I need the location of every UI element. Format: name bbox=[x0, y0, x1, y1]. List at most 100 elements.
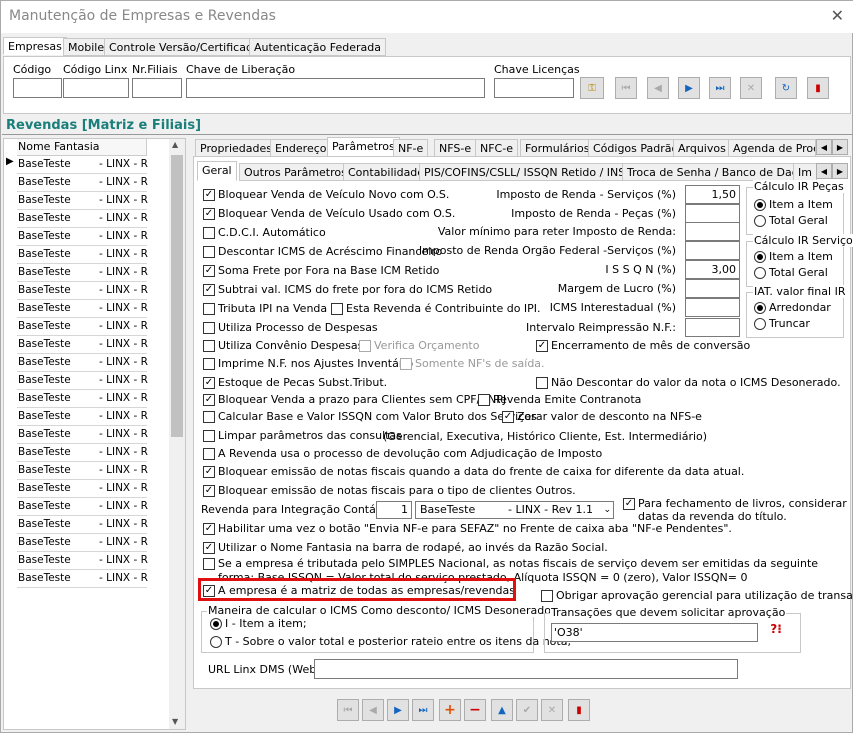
field-input-ir_servicos[interactable]: 1,50 bbox=[685, 185, 740, 204]
tab-nfce[interactable]: NFC-e bbox=[475, 139, 518, 157]
tab-formularios[interactable]: Formulários bbox=[520, 139, 595, 157]
bottom-prev-button[interactable]: ◀ bbox=[362, 699, 384, 721]
tab-endereco[interactable]: Endereço bbox=[270, 139, 332, 157]
list-item[interactable]: BaseTeste - LINX - R bbox=[17, 246, 148, 264]
checkbox[interactable]: ✓ bbox=[203, 284, 215, 296]
key-icon[interactable]: ⚿ bbox=[580, 77, 604, 99]
checkbox[interactable]: ✓ bbox=[203, 523, 215, 535]
list-item[interactable]: BaseTeste - LINX - R bbox=[17, 408, 148, 426]
list-item[interactable]: BaseTeste - LINX - R bbox=[17, 426, 148, 444]
integracao-num-input[interactable]: 1 bbox=[376, 501, 412, 519]
first-record-button[interactable]: ⏮ bbox=[615, 77, 637, 99]
list-item[interactable]: BaseTeste - LINX - R bbox=[17, 156, 148, 174]
subtab-pis-cofins[interactable]: PIS/COFINS/CSLL/ ISSQN Retido / INSS bbox=[419, 163, 638, 181]
checkbox[interactable] bbox=[203, 558, 215, 570]
last-record-button[interactable]: ⏭ bbox=[709, 77, 731, 99]
tab-propriedades[interactable]: Propriedades bbox=[195, 139, 277, 157]
bottom-last-button[interactable]: ⏭ bbox=[412, 699, 434, 721]
tab-codigos-padrao[interactable]: Códigos Padrão bbox=[588, 139, 684, 157]
field-input-valor_minimo[interactable] bbox=[685, 222, 740, 241]
tab-nfse[interactable]: NFS-e bbox=[434, 139, 477, 157]
transacoes-input[interactable]: 'O38' bbox=[551, 623, 758, 642]
list-item[interactable]: BaseTeste - LINX - R bbox=[17, 210, 148, 228]
checkbox[interactable] bbox=[203, 340, 215, 352]
checkbox[interactable]: ✓ bbox=[203, 466, 215, 478]
subtab-im[interactable]: Im bbox=[793, 163, 817, 181]
bottom-cancel-button[interactable]: ✕ bbox=[541, 699, 563, 721]
checkbox[interactable]: ✓ bbox=[502, 411, 514, 423]
checkbox[interactable]: ✓ bbox=[203, 189, 215, 201]
tab-parametros[interactable]: Parâmetros bbox=[327, 137, 400, 157]
url-input[interactable] bbox=[314, 659, 738, 679]
field-input-icms_inter[interactable] bbox=[685, 298, 740, 317]
field-input-issqn[interactable]: 3,00 bbox=[685, 260, 740, 279]
list-item[interactable]: BaseTeste - LINX - R bbox=[17, 516, 148, 534]
checkbox[interactable] bbox=[478, 394, 490, 406]
subtab-geral[interactable]: Geral bbox=[197, 161, 237, 181]
checkbox[interactable]: ✓ bbox=[203, 377, 215, 389]
checkbox[interactable] bbox=[203, 411, 215, 423]
tab-autenticacao-federada[interactable]: Autenticação Federada bbox=[249, 38, 386, 56]
list-item[interactable]: BaseTeste - LINX - R bbox=[17, 282, 148, 300]
checkbox[interactable] bbox=[203, 303, 215, 315]
list-item[interactable]: BaseTeste - LINX - R bbox=[17, 570, 148, 588]
checkbox[interactable] bbox=[331, 303, 343, 315]
list-item[interactable]: BaseTeste - LINX - R bbox=[17, 462, 148, 480]
checkbox[interactable] bbox=[203, 448, 215, 460]
subtab-outros-parametros[interactable]: Outros Parâmetros bbox=[239, 163, 352, 181]
list-item[interactable]: BaseTeste - LINX - R bbox=[17, 336, 148, 354]
checkbox[interactable] bbox=[359, 340, 371, 352]
checkbox[interactable]: ✓ bbox=[536, 340, 548, 352]
list-item[interactable]: BaseTeste - LINX - R bbox=[17, 318, 148, 336]
subtabs-right-icon[interactable]: ▶ bbox=[832, 163, 848, 179]
tab-arquivos[interactable]: Arquivos bbox=[673, 139, 731, 157]
checkbox[interactable]: ✓ bbox=[203, 208, 215, 220]
scroll-down-icon[interactable]: ▼ bbox=[172, 717, 178, 726]
scroll-up-icon[interactable]: ▲ bbox=[172, 140, 178, 149]
chevron-down-icon[interactable]: ⌄ bbox=[603, 502, 611, 518]
ir-servico-total-radio[interactable] bbox=[754, 267, 766, 279]
grid-header-nome-fantasia[interactable]: Nome Fantasia bbox=[17, 139, 147, 156]
tab-nfe[interactable]: NF-e bbox=[393, 139, 429, 157]
ir-pecas-total-radio[interactable] bbox=[754, 215, 766, 227]
list-item[interactable]: BaseTeste - LINX - R bbox=[17, 192, 148, 210]
tabs-left-icon[interactable]: ◀ bbox=[816, 139, 832, 155]
checkbox[interactable] bbox=[203, 430, 215, 442]
checkbox[interactable] bbox=[536, 377, 548, 389]
scrollbar-thumb[interactable] bbox=[171, 155, 183, 437]
chave-liberacao-input[interactable] bbox=[186, 78, 485, 98]
tab-agenda-processos[interactable]: Agenda de Proces bbox=[728, 139, 816, 157]
tabs-right-icon[interactable]: ▶ bbox=[832, 139, 848, 155]
checkbox[interactable] bbox=[203, 246, 215, 258]
checkbox[interactable] bbox=[203, 227, 215, 239]
cancel-button[interactable]: ✕ bbox=[740, 77, 762, 99]
checkbox[interactable] bbox=[203, 322, 215, 334]
close-icon[interactable]: ✕ bbox=[831, 6, 844, 25]
subtab-contabilidade[interactable]: Contabilidade bbox=[343, 163, 430, 181]
ir-pecas-item-radio[interactable] bbox=[754, 199, 766, 211]
field-input-ir_orgao[interactable] bbox=[685, 241, 740, 260]
field-input-intervalo[interactable] bbox=[685, 318, 740, 337]
maneira-item-radio[interactable] bbox=[210, 618, 222, 630]
subtabs-left-icon[interactable]: ◀ bbox=[816, 163, 832, 179]
subtab-troca-senha[interactable]: Troca de Senha / Banco de Dados bbox=[622, 163, 817, 181]
checkbox[interactable]: ✓ bbox=[203, 485, 215, 497]
bottom-first-button[interactable]: ⏮ bbox=[337, 699, 359, 721]
ir-servico-item-radio[interactable] bbox=[754, 251, 766, 263]
list-item[interactable]: BaseTeste - LINX - R bbox=[17, 552, 148, 570]
checkbox[interactable] bbox=[400, 358, 412, 370]
iat-arredondar-radio[interactable] bbox=[754, 302, 766, 314]
list-item[interactable]: BaseTeste - LINX - R bbox=[17, 354, 148, 372]
bottom-delete-button[interactable]: − bbox=[464, 699, 486, 721]
integracao-combo[interactable]: BaseTeste - LINX - Rev 1.1 ⌄ bbox=[415, 501, 614, 519]
checkbox[interactable] bbox=[541, 590, 553, 602]
bottom-exit-icon[interactable]: ▮ bbox=[568, 699, 590, 721]
lookup-icon[interactable]: ?⁝ bbox=[765, 622, 787, 642]
checkbox[interactable]: ✓ bbox=[203, 265, 215, 277]
list-item[interactable]: BaseTeste - LINX - R bbox=[17, 264, 148, 282]
codigo-linx-input[interactable] bbox=[63, 78, 129, 98]
bottom-edit-button[interactable]: ▲ bbox=[491, 699, 513, 721]
iat-truncar-radio[interactable] bbox=[754, 318, 766, 330]
refresh-icon[interactable]: ↻ bbox=[775, 77, 797, 99]
checkbox[interactable] bbox=[203, 358, 215, 370]
